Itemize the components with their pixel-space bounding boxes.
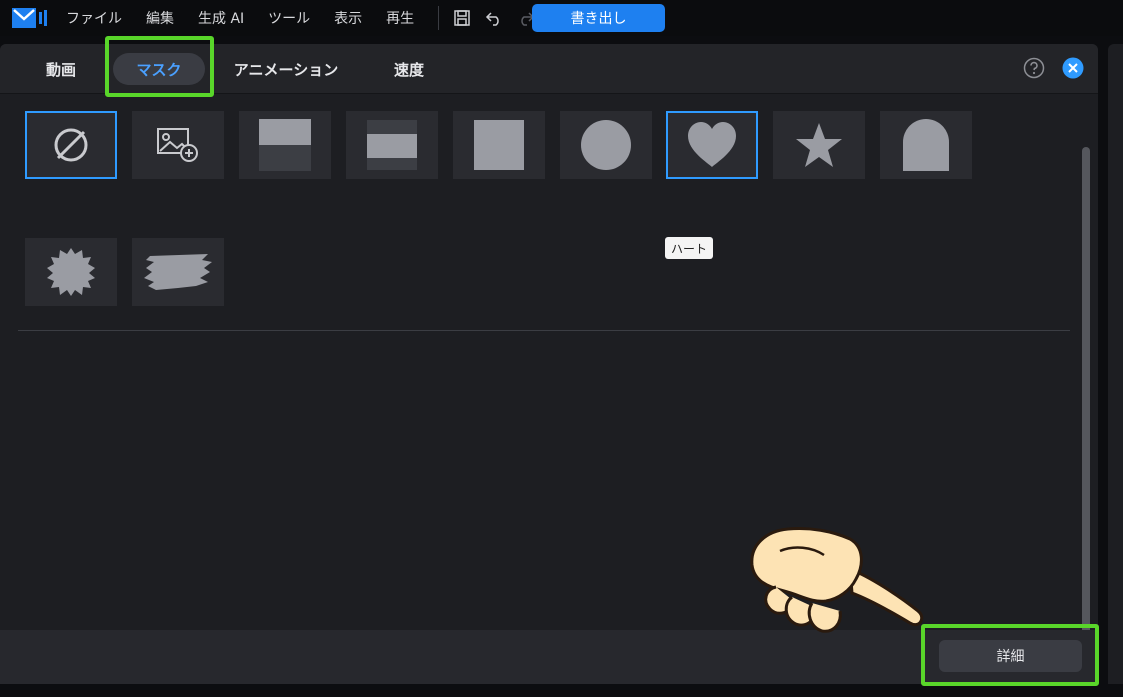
mask-circle[interactable] (560, 111, 652, 179)
mask-burst[interactable] (25, 238, 117, 306)
pointing-hand-icon (740, 525, 930, 640)
mask-brush-stroke[interactable] (132, 238, 224, 306)
mask-middle-band[interactable] (346, 111, 438, 179)
export-button[interactable]: 書き出し (532, 4, 665, 32)
arch-icon (903, 119, 949, 171)
menu-bar: ファイル 編集 生成 AI ツール 表示 再生 書き出し (0, 0, 1123, 36)
menu-generative-ai[interactable]: 生成 AI (198, 8, 244, 28)
burst-icon (47, 248, 95, 296)
right-panel-edge (1108, 44, 1123, 684)
mask-star[interactable] (773, 111, 865, 179)
app-logo-icon[interactable] (12, 6, 48, 30)
image-add-icon (157, 128, 198, 162)
menu-view[interactable]: 表示 (334, 8, 362, 28)
square-icon (474, 120, 524, 170)
tab-bar: 動画 マスク アニメーション 速度 (0, 44, 1098, 94)
undo-icon[interactable] (483, 7, 505, 29)
mask-heart[interactable] (666, 111, 758, 179)
tab-speed[interactable]: 速度 (378, 53, 440, 85)
none-icon (54, 128, 88, 162)
mask-square[interactable] (453, 111, 545, 179)
top-half-icon (259, 119, 311, 171)
section-divider (18, 330, 1070, 331)
heart-tooltip: ハート (665, 237, 713, 259)
brush-stroke-icon (144, 254, 212, 290)
menu-play[interactable]: 再生 (386, 8, 414, 28)
mask-image-add[interactable] (132, 111, 224, 179)
detail-button[interactable]: 詳細 (939, 640, 1082, 672)
menu-separator (438, 6, 440, 30)
vertical-scrollbar[interactable] (1082, 147, 1090, 667)
mask-top-half[interactable] (239, 111, 331, 179)
save-icon[interactable] (451, 7, 473, 29)
close-icon[interactable] (1062, 57, 1084, 79)
tab-animation[interactable]: アニメーション (228, 53, 344, 85)
mask-none[interactable] (25, 111, 117, 179)
effects-panel: 動画 マスク アニメーション 速度 ハート 詳細 (0, 36, 1099, 686)
bottom-edge (0, 686, 1123, 697)
panel-footer: 詳細 (0, 630, 1098, 684)
circle-icon (581, 120, 631, 170)
menu-tools[interactable]: ツール (268, 8, 310, 28)
help-icon[interactable] (1023, 57, 1045, 79)
mask-grid: ハート (0, 95, 1098, 667)
tab-mask[interactable]: マスク (113, 53, 205, 85)
star-icon (796, 123, 842, 167)
mask-arch[interactable] (880, 111, 972, 179)
heart-icon (688, 122, 736, 167)
menu-edit[interactable]: 編集 (146, 8, 174, 28)
tab-video[interactable]: 動画 (30, 53, 92, 85)
middle-band-icon (367, 120, 417, 170)
menu-file[interactable]: ファイル (66, 8, 122, 28)
